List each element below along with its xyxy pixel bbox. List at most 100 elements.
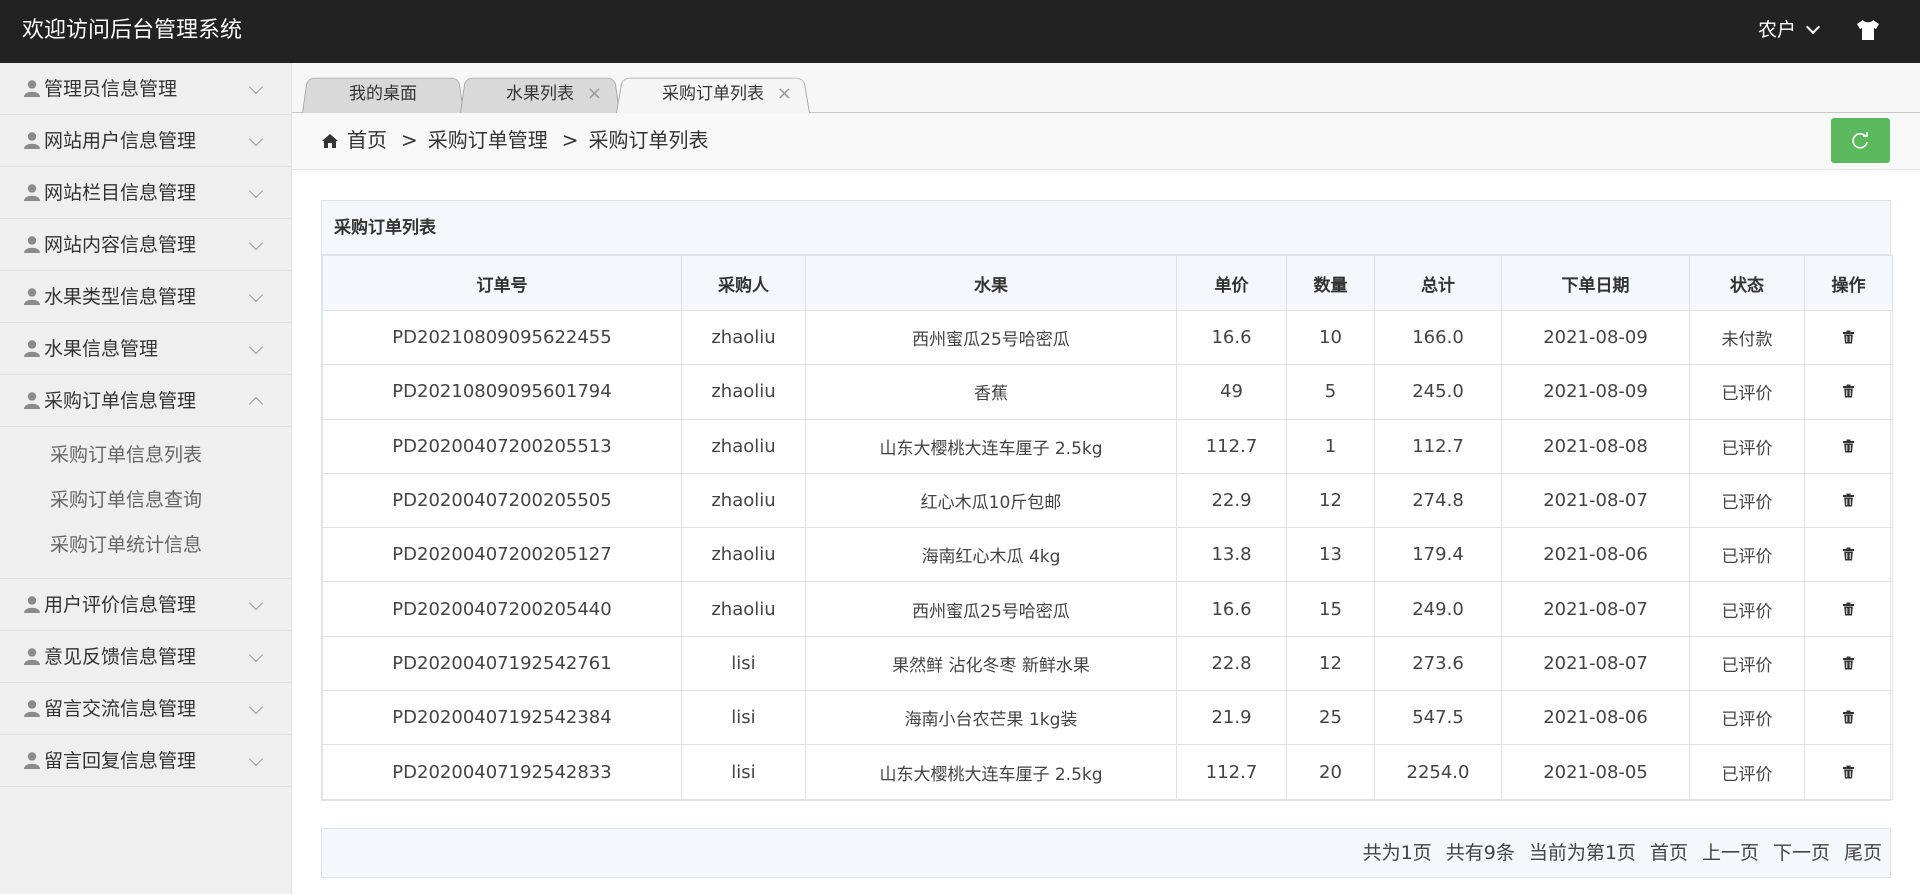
table-cell: 16.6 [1176, 309, 1287, 366]
user-icon [24, 236, 40, 253]
table-cell: 112.7 [1176, 744, 1287, 800]
table-cell: zhaoliu [681, 527, 806, 583]
table-cell: 20 [1286, 744, 1375, 800]
trash-icon [1843, 547, 1854, 561]
tab-purchase-order-list[interactable]: 采购订单列表 × [616, 75, 810, 113]
delete-button[interactable] [1804, 744, 1893, 800]
table-cell: zhaoliu [681, 581, 806, 637]
table-cell: 249.0 [1374, 581, 1502, 637]
sidebar-item-label: 网站栏目信息管理 [44, 182, 197, 204]
user-icon [24, 392, 40, 409]
table-cell: 245.0 [1374, 364, 1502, 420]
table-cell: 49 [1176, 364, 1287, 420]
sidebar-item[interactable]: 留言回复信息管理 [0, 735, 291, 787]
user-icon [24, 184, 40, 201]
table-cell: 12 [1286, 635, 1375, 692]
table-row: PD20200407200205513 zhaoliu 山东大樱桃大连车厘子 2.5… [322, 418, 1893, 474]
sidebar-item[interactable]: 网站用户信息管理 [0, 115, 291, 167]
column-header: 单价 [1176, 255, 1287, 311]
pager-current: 当前为第1页 [1528, 842, 1636, 864]
user-icon [24, 288, 40, 305]
table-cell: 2021-08-06 [1501, 690, 1690, 746]
tab-label: 水果列表 [506, 84, 574, 104]
column-header: 水果 [805, 255, 1177, 311]
table-cell: PD20210809095622455 [322, 309, 682, 366]
table-cell: 2021-08-09 [1501, 309, 1690, 366]
delete-button[interactable] [1804, 309, 1893, 366]
column-header: 数量 [1286, 255, 1375, 311]
delete-button[interactable] [1804, 472, 1893, 529]
user-name: 农户 [1757, 19, 1796, 41]
table-cell: 已评价 [1689, 472, 1805, 529]
table-cell: 25 [1286, 690, 1375, 746]
tab-fruit-list[interactable]: 水果列表 × [460, 75, 620, 113]
pager-first-link[interactable]: 首页 [1650, 829, 1688, 877]
table-header-row: 订单号 采购人 水果 单价 数量 总计 下单日期 状态 操作 [322, 255, 1893, 311]
table-cell: 2021-08-07 [1501, 472, 1690, 529]
sidebar-item[interactable]: 水果信息管理 [0, 323, 291, 375]
trash-icon [1843, 384, 1854, 398]
table-cell: lisi [681, 744, 806, 800]
refresh-button[interactable] [1831, 118, 1890, 163]
sidebar-item-label: 网站内容信息管理 [44, 234, 197, 256]
table-cell: 果然鲜 沾化冬枣 新鲜水果 [805, 635, 1177, 692]
user-icon [24, 596, 40, 613]
pager-last-link[interactable]: 尾页 [1844, 829, 1882, 877]
table-cell: 红心木瓜10斤包邮 [805, 472, 1177, 529]
table-cell: 112.7 [1374, 418, 1502, 474]
delete-button[interactable] [1804, 581, 1893, 637]
sidebar-subitem[interactable]: 采购订单信息查询 [0, 478, 291, 523]
sidebar-item[interactable]: 网站内容信息管理 [0, 219, 291, 271]
user-icon [24, 752, 40, 769]
table-row: PD20200407200205440 zhaoliu 西州蜜瓜25号哈密瓜 16.6… [322, 581, 1893, 637]
table-cell: 海南小台农芒果 1kg装 [805, 690, 1177, 746]
sidebar-item[interactable]: 采购订单信息管理 [0, 375, 291, 427]
delete-button[interactable] [1804, 527, 1893, 583]
table-cell: 21.9 [1176, 690, 1287, 746]
table-cell: 2021-08-07 [1501, 635, 1690, 692]
column-header: 采购人 [681, 255, 806, 311]
column-header: 总计 [1374, 255, 1502, 311]
table-cell: 166.0 [1374, 309, 1502, 366]
table-cell: 2254.0 [1374, 744, 1502, 800]
sidebar-item[interactable]: 留言交流信息管理 [0, 683, 291, 735]
pager-prev-link[interactable]: 上一页 [1702, 829, 1759, 877]
table-cell: zhaoliu [681, 309, 806, 366]
delete-button[interactable] [1804, 690, 1893, 746]
tab-my-desktop[interactable]: 我的桌面 [302, 75, 464, 113]
table-cell: PD20200407200205440 [322, 581, 682, 637]
pagination: 共为1页 共有9条 当前为第1页 首页 上一页 下一页 尾页 [321, 828, 1891, 878]
breadcrumb-level1[interactable]: 采购订单管理 [428, 113, 548, 168]
chevron-down-icon [248, 131, 264, 147]
trash-icon [1843, 493, 1854, 507]
sidebar-item[interactable]: 水果类型信息管理 [0, 271, 291, 323]
user-menu[interactable]: 农户 [1757, 0, 1821, 60]
trash-icon [1843, 656, 1854, 670]
sidebar-item[interactable]: 用户评价信息管理 [0, 579, 291, 631]
breadcrumb-current: 采购订单列表 [588, 128, 709, 152]
close-icon[interactable]: × [777, 75, 792, 113]
home-icon [322, 133, 338, 148]
table-cell: 2021-08-08 [1501, 418, 1690, 474]
sidebar-item[interactable]: 意见反馈信息管理 [0, 631, 291, 683]
table-cell: 已评价 [1689, 581, 1805, 637]
delete-button[interactable] [1804, 635, 1893, 692]
sidebar-item-label: 意见反馈信息管理 [44, 646, 197, 668]
chevron-down-icon [248, 287, 264, 303]
close-icon[interactable]: × [587, 75, 602, 113]
sidebar-subitem[interactable]: 采购订单统计信息 [0, 523, 291, 568]
sidebar-subitem[interactable]: 采购订单信息列表 [0, 433, 291, 478]
breadcrumb-home[interactable]: 首页 [347, 113, 387, 168]
chevron-down-icon [248, 183, 264, 199]
delete-button[interactable] [1804, 418, 1893, 474]
tshirt-icon[interactable] [1856, 19, 1880, 41]
trash-icon [1843, 765, 1854, 779]
trash-icon [1843, 330, 1854, 344]
sidebar-item-label: 采购订单信息管理 [44, 390, 197, 412]
delete-button[interactable] [1804, 364, 1893, 420]
pager-next-link[interactable]: 下一页 [1773, 829, 1830, 877]
table-cell: 273.6 [1374, 635, 1502, 692]
table-cell: lisi [681, 690, 806, 746]
sidebar-item[interactable]: 管理员信息管理 [0, 63, 291, 115]
sidebar-item[interactable]: 网站栏目信息管理 [0, 167, 291, 219]
